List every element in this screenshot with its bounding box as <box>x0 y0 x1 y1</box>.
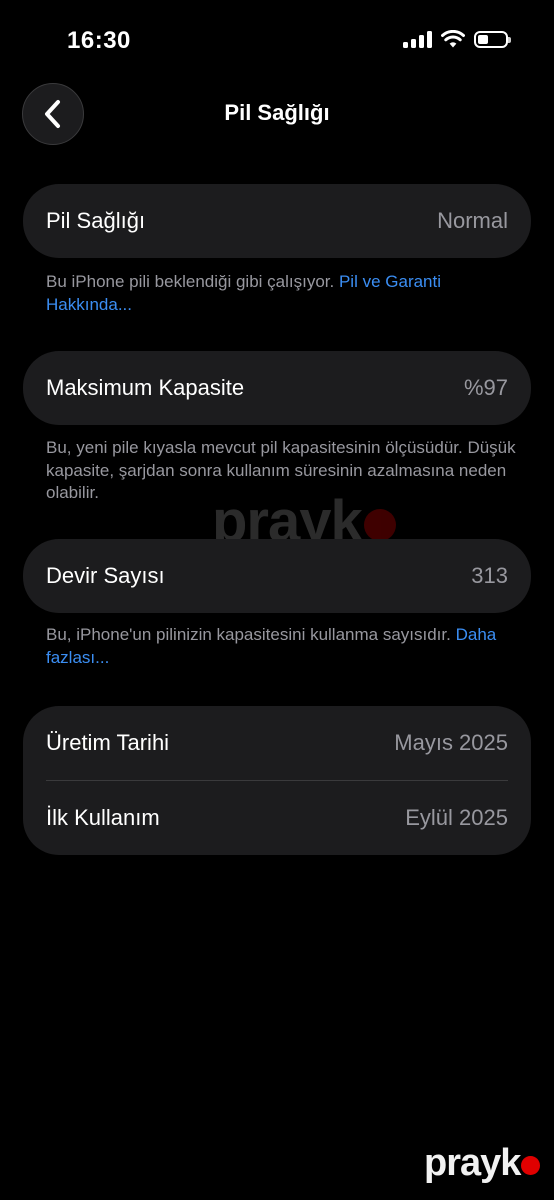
page-title: Pil Sağlığı <box>224 100 330 125</box>
first-use-label: İlk Kullanım <box>46 805 160 830</box>
first-use-value: Eylül 2025 <box>405 805 508 830</box>
battery-health-row: Pil Sağlığı Normal <box>23 184 531 258</box>
battery-icon <box>474 30 511 48</box>
cycle-count-value: 313 <box>471 563 508 588</box>
status-bar: 16:30 <box>0 0 554 80</box>
status-time: 16:30 <box>67 27 131 54</box>
max-capacity-label: Maksimum Kapasite <box>46 375 245 400</box>
cycle-count-footnote-text: Bu, iPhone'un pilinizin kapasitesini kul… <box>46 625 451 644</box>
watermark-dot <box>363 508 396 541</box>
battery-health-footnote-text: Bu iPhone pili beklendiği gibi çalışıyor… <box>46 272 335 291</box>
cycle-count-row: Devir Sayısı 313 <box>23 539 531 613</box>
battery-health-value: Normal <box>437 208 508 233</box>
cellular-signal-icon <box>403 30 432 48</box>
max-capacity-card: Maksimum Kapasite %97 <box>23 351 531 425</box>
cycle-count-card: Devir Sayısı 313 <box>23 539 531 613</box>
cycle-count-footnote: Bu, iPhone'un pilinizin kapasitesini kul… <box>46 624 516 669</box>
max-capacity-value: %97 <box>463 375 508 400</box>
cycle-count-label: Devir Sayısı <box>46 563 165 588</box>
manufacture-date-value: Mayıs 2025 <box>394 730 508 755</box>
watermark-corner-logo: prayk <box>424 1142 541 1185</box>
battery-health-card: Pil Sağlığı Normal <box>23 184 531 258</box>
battery-health-label: Pil Sağlığı <box>46 208 146 233</box>
watermark-corner-text: prayk <box>424 1142 521 1184</box>
battery-health-footnote: Bu iPhone pili beklendiği gibi çalışıyor… <box>46 271 516 316</box>
watermark-corner-dot <box>521 1156 541 1175</box>
navigation-bar: Pil Sağlığı <box>0 82 554 146</box>
max-capacity-row: Maksimum Kapasite %97 <box>23 351 531 425</box>
dates-card: Üretim Tarihi Mayıs 2025 İlk Kullanım Ey… <box>23 706 531 855</box>
manufacture-date-label: Üretim Tarihi <box>46 730 170 755</box>
manufacture-date-row: Üretim Tarihi Mayıs 2025 <box>23 706 531 780</box>
status-icons <box>403 30 511 48</box>
wifi-icon <box>441 30 465 48</box>
first-use-row: İlk Kullanım Eylül 2025 <box>23 781 531 855</box>
